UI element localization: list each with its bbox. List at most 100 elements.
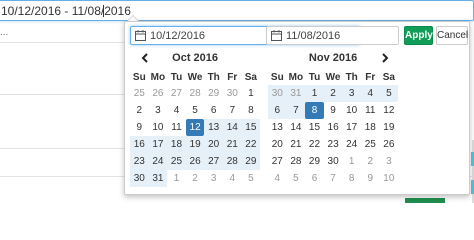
day-cell[interactable]: 9 (130, 119, 149, 136)
day-cell[interactable]: 25 (361, 136, 380, 153)
day-cell[interactable]: 3 (342, 85, 361, 102)
day-cell[interactable]: 22 (305, 136, 324, 153)
end-date-input[interactable]: 11/08/2016 (266, 26, 399, 45)
day-cell[interactable]: 10 (380, 170, 399, 187)
day-cell[interactable]: 13 (204, 119, 223, 136)
day-cell[interactable]: 26 (185, 153, 205, 170)
day-cell[interactable]: 28 (287, 153, 306, 170)
day-cell[interactable]: 28 (186, 85, 205, 102)
day-cell[interactable]: 5 (242, 170, 261, 187)
day-cell[interactable]: 7 (286, 102, 306, 119)
divider (0, 42, 124, 43)
day-cell[interactable]: 20 (268, 136, 287, 153)
weekday-label: We (187, 72, 203, 83)
day-cell[interactable]: 8 (342, 170, 361, 187)
day-cell[interactable]: 26 (380, 136, 399, 153)
day-cell[interactable]: 23 (130, 153, 149, 170)
day-cell[interactable]: 20 (204, 136, 223, 153)
weekday-label: Mo (288, 72, 304, 83)
day-cell[interactable]: 10 (342, 102, 361, 119)
day-cell[interactable]: 27 (167, 85, 186, 102)
day-cell[interactable]: 4 (268, 170, 287, 187)
day-cell[interactable]: 2 (130, 102, 149, 119)
day-cell[interactable]: 13 (268, 119, 287, 136)
weekday-label: Su (270, 72, 284, 83)
day-cell[interactable]: 7 (223, 102, 242, 119)
weekday-label: We (325, 72, 341, 83)
day-cell[interactable]: 21 (222, 136, 242, 153)
day-cell[interactable]: 5 (379, 85, 399, 102)
day-cell[interactable]: 24 (342, 136, 361, 153)
day-cell[interactable]: 5 (186, 102, 205, 119)
day-cell[interactable]: 27 (268, 153, 287, 170)
day-cell[interactable]: 29 (305, 153, 324, 170)
day-cell[interactable]: 17 (148, 136, 168, 153)
day-cell[interactable]: 12 (380, 102, 399, 119)
background-button[interactable] (405, 198, 445, 203)
day-cell[interactable]: 23 (324, 136, 343, 153)
day-cell[interactable]: 10 (149, 119, 168, 136)
date-range-picker: 10/12/2016 11/08/2016 Apply Cancel Oct 2… (124, 21, 470, 195)
day-cell[interactable]: 30 (223, 85, 242, 102)
day-cell[interactable]: 25 (167, 153, 186, 170)
day-cell[interactable]: 19 (185, 136, 205, 153)
day-cell[interactable]: 18 (167, 136, 186, 153)
day-cell[interactable]: 25 (130, 85, 149, 102)
day-cell[interactable]: 17 (342, 119, 361, 136)
day-cell[interactable]: 31 (148, 170, 168, 187)
day-cell[interactable]: 16 (324, 119, 343, 136)
day-cell[interactable]: 2 (361, 153, 380, 170)
day-cell[interactable]: 8 (305, 102, 324, 119)
calendar-grid: Su Mo Tu We Th Fr Sa 30 31 1 2 3 4 5 6 7 8 9 10 11 12 13 14 15 1… (268, 70, 399, 187)
day-cell[interactable]: 5 (287, 170, 306, 187)
day-cell[interactable]: 16 (130, 136, 149, 153)
day-cell[interactable]: 26 (149, 85, 168, 102)
day-cell[interactable]: 8 (242, 102, 261, 119)
day-cell[interactable]: 4 (223, 170, 242, 187)
day-cell[interactable]: 7 (324, 170, 343, 187)
day-cell[interactable]: 28 (222, 153, 242, 170)
day-cell[interactable]: 9 (361, 170, 380, 187)
apply-button[interactable]: Apply (404, 26, 433, 45)
day-cell[interactable]: 3 (149, 102, 168, 119)
day-cell[interactable]: 6 (268, 102, 287, 119)
month-title: Oct 2016 (172, 52, 219, 64)
day-cell[interactable]: 15 (241, 119, 261, 136)
day-cell[interactable]: 6 (204, 102, 223, 119)
day-cell[interactable]: 3 (204, 170, 223, 187)
day-cell[interactable]: 9 (324, 102, 343, 119)
day-cell[interactable]: 31 (286, 85, 306, 102)
day-cell[interactable]: 12 (185, 119, 205, 136)
day-cell[interactable]: 30 (130, 170, 149, 187)
day-cell[interactable]: 1 (342, 153, 361, 170)
day-cell[interactable]: 11 (167, 119, 186, 136)
day-cell[interactable]: 2 (323, 85, 343, 102)
day-cell[interactable]: 14 (287, 119, 306, 136)
day-cell[interactable]: 1 (242, 85, 261, 102)
day-cell[interactable]: 15 (305, 119, 324, 136)
day-cell[interactable]: 19 (380, 119, 399, 136)
day-cell[interactable]: 2 (186, 170, 205, 187)
cancel-button[interactable]: Cancel (436, 26, 468, 45)
day-cell[interactable]: 22 (241, 136, 261, 153)
calendar-grid: Su Mo Tu We Th Fr Sa 25 26 27 28 29 30 1 2 3 4 5 6 7 8 9 10 11 1… (130, 70, 261, 187)
day-cell[interactable]: 4 (167, 102, 186, 119)
day-cell[interactable]: 1 (305, 85, 324, 102)
day-cell[interactable]: 27 (204, 153, 223, 170)
day-cell[interactable]: 14 (222, 119, 242, 136)
day-cell[interactable]: 11 (361, 102, 380, 119)
day-cell[interactable]: 1 (167, 170, 186, 187)
day-cell[interactable]: 30 (268, 85, 287, 102)
day-cell[interactable]: 30 (324, 153, 343, 170)
day-cell[interactable]: 21 (287, 136, 306, 153)
day-cell[interactable]: 29 (204, 85, 223, 102)
day-cell[interactable]: 6 (305, 170, 324, 187)
chevron-right-icon[interactable] (378, 51, 392, 65)
day-cell[interactable]: 3 (380, 153, 399, 170)
date-range-input[interactable]: 10/12/2016 - 11/08/2016 (0, 0, 474, 21)
day-cell[interactable]: 4 (360, 85, 380, 102)
weekday-label: Sa (382, 72, 395, 83)
day-cell[interactable]: 24 (148, 153, 168, 170)
day-cell[interactable]: 29 (241, 153, 261, 170)
day-cell[interactable]: 18 (361, 119, 380, 136)
